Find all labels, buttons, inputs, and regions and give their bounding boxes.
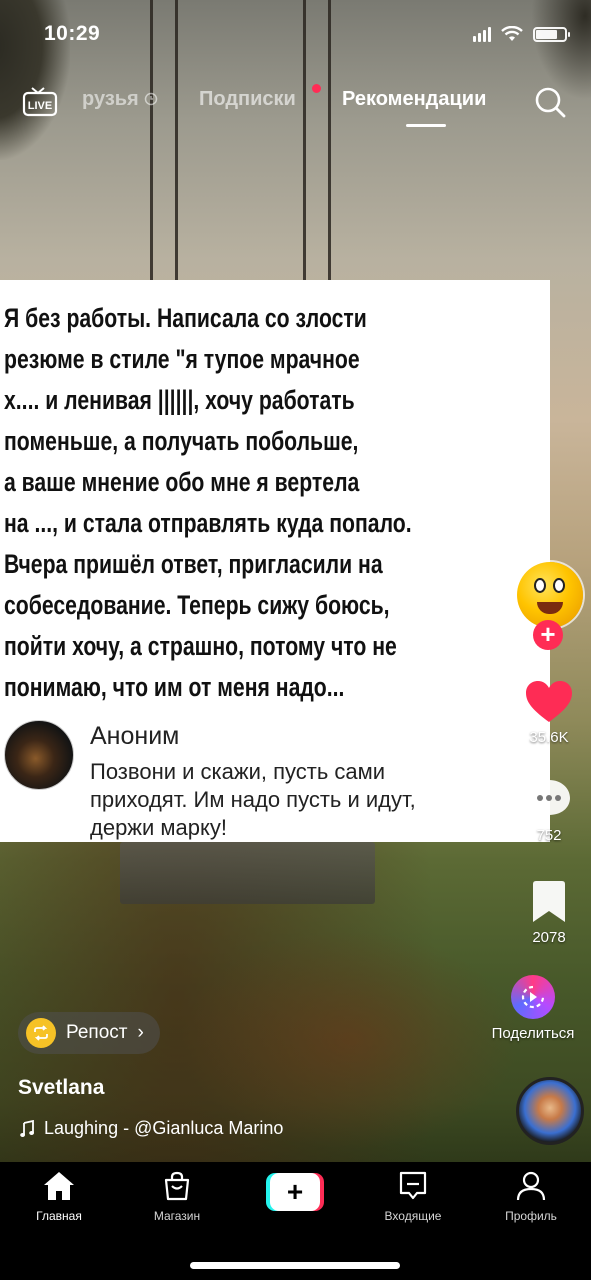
chevron-right-icon: ›: [137, 1022, 144, 1043]
music-info[interactable]: Laughing - @Gianluca Marino: [20, 1118, 283, 1139]
notification-dot: [312, 84, 321, 93]
post-text-card: Я без работы. Написала со злости резюме …: [0, 280, 550, 714]
home-icon: [44, 1172, 74, 1200]
active-tab-indicator: [406, 124, 446, 127]
nav-home-label: Главная: [36, 1209, 82, 1223]
svg-text:LIVE: LIVE: [28, 100, 52, 112]
home-indicator: [190, 1262, 400, 1269]
comment-count: 752: [536, 827, 562, 844]
like-button[interactable]: 35.6K: [520, 680, 578, 746]
tab-following[interactable]: Подписки: [199, 88, 296, 111]
music-disc-avatar[interactable]: [516, 1077, 584, 1145]
emoji-mouth: [537, 602, 563, 614]
inbox-icon: [399, 1171, 427, 1200]
clock-icon: [145, 92, 158, 106]
repost-button[interactable]: Репост ›: [18, 1012, 160, 1054]
signal-icon: [473, 26, 491, 42]
nav-shop-label: Магазин: [153, 1209, 201, 1223]
tab-friends-label: рузья: [82, 88, 139, 110]
swing-rope: [150, 0, 153, 280]
nav-home[interactable]: Главная: [14, 1170, 104, 1223]
nav-profile-label: Профиль: [505, 1209, 557, 1223]
comment-text: Позвони и скажи, пусть сами приходят. Им…: [90, 759, 416, 840]
shopping-bag-icon: [164, 1171, 190, 1201]
status-icons: [473, 26, 570, 42]
share-label: Поделиться: [491, 1025, 575, 1042]
comment-button[interactable]: 752: [520, 778, 578, 844]
tab-recommendations[interactable]: Рекомендации: [342, 88, 486, 111]
emoji-eye: [534, 578, 546, 593]
nav-inbox-label: Входящие: [384, 1209, 442, 1223]
status-time: 10:29: [44, 22, 101, 45]
wifi-icon: [501, 26, 523, 41]
bookmark-button[interactable]: 2078: [520, 880, 578, 946]
heart-icon: [526, 681, 572, 722]
repost-icon: [26, 1018, 56, 1048]
nav-shop[interactable]: Магазин: [132, 1170, 222, 1223]
swing-rope: [175, 0, 178, 280]
comment-card: Аноним Позвони и скажи, пусть сами прихо…: [0, 714, 550, 842]
dirt-patch: [180, 930, 520, 1150]
music-note-icon: [20, 1119, 34, 1137]
swing-bench: [120, 842, 375, 904]
share-button[interactable]: Поделиться: [478, 975, 588, 1042]
music-title: Laughing - @Gianluca Marino: [44, 1118, 284, 1138]
repost-label: Репост: [66, 1022, 128, 1043]
follow-plus-icon[interactable]: +: [533, 620, 563, 650]
comment-avatar: [4, 720, 74, 790]
share-icon: [511, 975, 555, 1019]
search-icon[interactable]: [533, 85, 567, 119]
comment-icon: [528, 780, 570, 820]
comment-author: Аноним: [90, 722, 180, 750]
plus-icon: +: [270, 1173, 320, 1211]
post-text: Я без работы. Написала со злости резюме …: [4, 303, 412, 702]
nav-inbox[interactable]: Входящие: [368, 1170, 458, 1223]
emoji-eye: [553, 578, 565, 593]
bookmark-count: 2078: [532, 929, 566, 946]
battery-icon: [533, 26, 570, 42]
like-count: 35.6K: [529, 729, 569, 746]
tab-friends[interactable]: рузья: [82, 88, 158, 111]
swing-rope: [328, 0, 331, 280]
creator-username[interactable]: Svetlana: [18, 1076, 104, 1100]
profile-icon: [516, 1171, 546, 1201]
create-button[interactable]: +: [266, 1173, 324, 1211]
swing-rope: [303, 0, 306, 280]
nav-profile[interactable]: Профиль: [486, 1170, 576, 1223]
live-icon[interactable]: LIVE: [22, 85, 58, 117]
bookmark-icon: [533, 881, 565, 922]
